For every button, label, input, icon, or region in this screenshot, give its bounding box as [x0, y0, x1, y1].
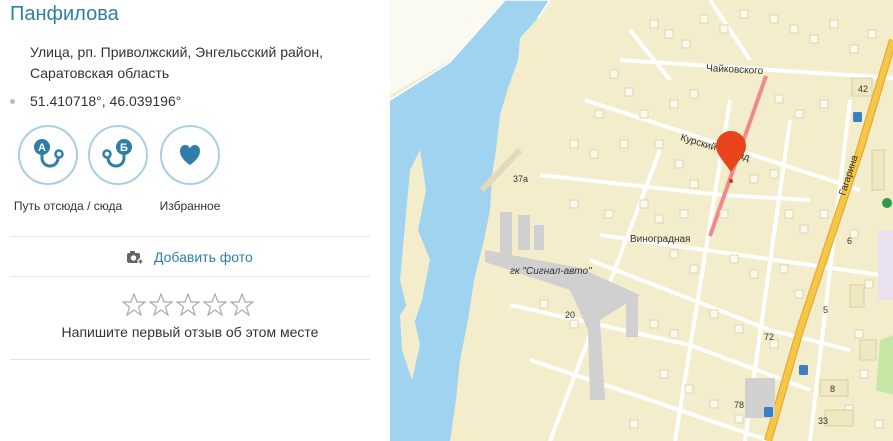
- heart-icon: [179, 145, 201, 165]
- place-address: Улица, рп. Приволжский, Энгельсский райо…: [30, 44, 324, 81]
- place-coordinates[interactable]: 51.410718°, 46.039196°: [30, 93, 181, 109]
- map-canvas[interactable]: Чайковского Курский проезд Виноградная Г…: [390, 0, 893, 441]
- add-photo-label: Добавить фото: [154, 249, 253, 265]
- house-number: 8: [830, 384, 835, 394]
- star-icon[interactable]: [176, 293, 200, 316]
- favorite-button[interactable]: [160, 125, 220, 185]
- camera-plus-icon: [127, 251, 144, 265]
- house-number: 20: [565, 310, 575, 320]
- divider: [10, 359, 370, 360]
- coordinates-bullet: [10, 99, 15, 104]
- house-number: 78: [734, 400, 744, 410]
- house-number: 33: [818, 416, 828, 426]
- route-to-button[interactable]: Б: [88, 125, 148, 185]
- rating-stars[interactable]: [122, 293, 254, 316]
- place-title: Панфилова: [10, 3, 119, 25]
- route-a-badge: А: [38, 142, 46, 154]
- house-number: 5: [823, 305, 828, 315]
- star-icon[interactable]: [149, 293, 173, 316]
- divider: [10, 276, 370, 277]
- route-action-label: Путь отсюда / сюда: [13, 199, 123, 213]
- place-panel: Панфилова Улица, рп. Приволжский, Энгель…: [0, 0, 390, 441]
- poi-label-gk: гк "Сигнал-авто": [510, 266, 592, 277]
- house-number: 37а: [513, 174, 528, 184]
- house-number: 42: [858, 84, 868, 94]
- favorite-action[interactable]: Избранное: [140, 125, 240, 213]
- shop-icon[interactable]: [882, 198, 892, 208]
- add-photo-button[interactable]: Добавить фото: [126, 246, 253, 268]
- review-prompt[interactable]: Напишите первый отзыв об этом месте: [0, 324, 380, 340]
- map-view[interactable]: Чайковского Курский проезд Виноградная Г…: [390, 0, 893, 441]
- house-number: 6: [847, 236, 852, 246]
- star-icon[interactable]: [230, 293, 254, 316]
- route-b-badge: Б: [120, 142, 128, 154]
- route-b-icon: Б: [102, 139, 132, 168]
- star-icon[interactable]: [203, 293, 227, 316]
- street-label-vinogradnaya: Виноградная: [630, 234, 690, 245]
- star-icon[interactable]: [122, 293, 146, 316]
- divider: [10, 236, 370, 237]
- favorite-label: Избранное: [159, 199, 221, 213]
- house-number: 72: [764, 332, 774, 342]
